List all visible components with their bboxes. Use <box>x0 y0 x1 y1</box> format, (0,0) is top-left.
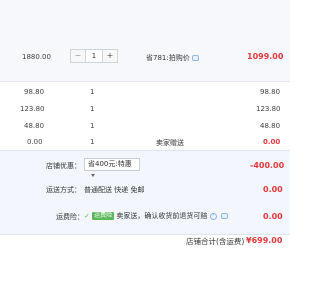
quantity-input[interactable]: 1 <box>85 50 103 62</box>
item-3-subtotal: 48.80 <box>260 122 281 130</box>
shipping-method: 普通配送 快递 免邮 <box>84 186 145 194</box>
help-icon[interactable]: ? <box>209 212 217 220</box>
item-1-subtotal: 98.80 <box>260 88 281 96</box>
item-3-unit-price: 48.80 <box>24 122 45 130</box>
item-2-quantity: 1 <box>90 105 95 113</box>
shop-summary-section <box>0 150 290 235</box>
shop-discount-value: -400.00 <box>250 161 285 170</box>
shipping-method-label: 运送方式： <box>46 186 81 194</box>
chat-icon[interactable] <box>220 213 228 219</box>
chat-icon[interactable] <box>191 55 199 61</box>
item-4-quantity: 1 <box>90 138 95 146</box>
shop-discount-label: 店铺优惠： <box>46 162 81 170</box>
shop-total-label: 店铺合计(含运费) <box>186 237 245 246</box>
shop-discount-select[interactable]: 省400元:特惠 <box>84 158 140 177</box>
quantity-decrease-button[interactable]: − <box>71 50 85 62</box>
item-3-quantity: 1 <box>90 122 95 130</box>
item-4-gift-note: 卖家赠送 <box>156 139 184 147</box>
item-4-subtotal: 0.00 <box>263 138 281 146</box>
insurance-option[interactable]: ✓ 运费险 卖家送，确认收货前退货可赔 ? <box>84 211 228 221</box>
shipping-value: 0.00 <box>263 185 283 194</box>
chevron-down-icon <box>91 173 95 177</box>
item-1-unit-price: 98.80 <box>24 88 45 96</box>
item-2-subtotal: 123.80 <box>256 105 281 113</box>
offer-text: 省781:拍购价 <box>146 53 199 63</box>
item-1-quantity: 1 <box>90 88 95 96</box>
main-item-unit-price: 1880.00 <box>22 53 51 61</box>
main-item-subtotal: 1099.00 <box>247 52 284 61</box>
insurance-label: 运费险： <box>56 213 84 221</box>
item-4-unit-price: 0.00 <box>27 138 43 146</box>
insurance-text: 卖家送，确认收货前退货可赔 <box>116 212 208 220</box>
offer-label: 省781:拍购价 <box>146 54 190 62</box>
insurance-badge: 运费险 <box>92 212 115 220</box>
quantity-stepper[interactable]: − 1 + <box>70 49 118 63</box>
shop-discount-selected: 省400元:特惠 <box>88 160 132 168</box>
main-item-row <box>0 0 290 82</box>
checkmark-icon: ✓ <box>84 212 90 220</box>
item-2-unit-price: 123.80 <box>20 105 45 113</box>
insurance-value: 0.00 <box>263 212 283 221</box>
shop-total-value: ¥699.00 <box>246 236 283 245</box>
quantity-increase-button[interactable]: + <box>103 50 117 62</box>
